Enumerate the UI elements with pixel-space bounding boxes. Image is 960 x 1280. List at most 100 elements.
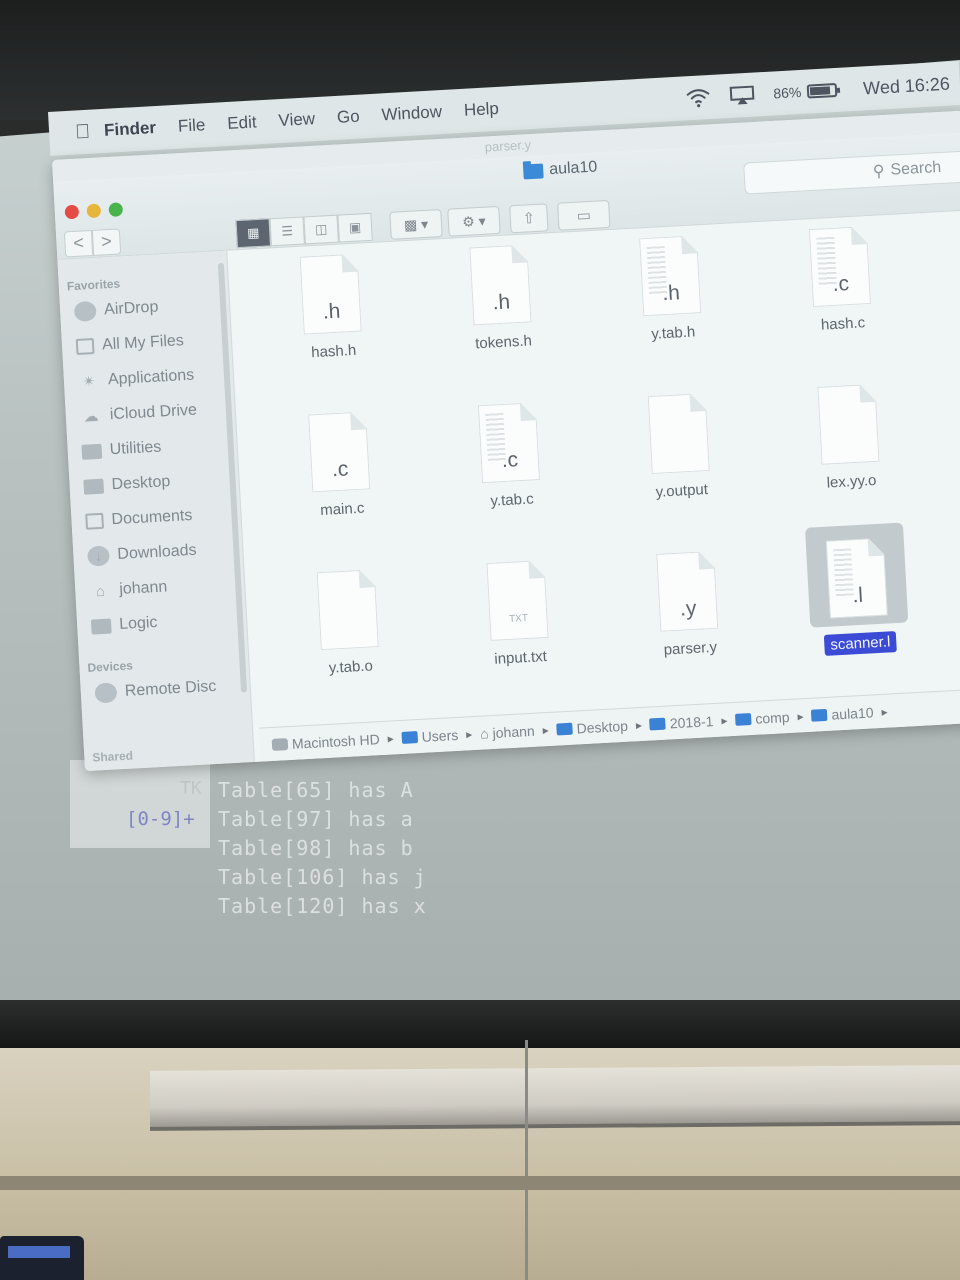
tab-title[interactable]: parser.y (484, 137, 531, 154)
list-view-button[interactable]: ☰ (269, 216, 305, 247)
battery-percent: 86% (772, 83, 802, 102)
airplay-icon[interactable] (729, 85, 756, 106)
sidebar-item-logic[interactable]: Logic (90, 608, 158, 642)
sidebar-item-johann[interactable]: ⌂ johann (89, 572, 169, 606)
menu-edit[interactable]: Edit (227, 112, 257, 134)
file-item[interactable]: .h y.tab.h (593, 223, 751, 381)
tag-button[interactable]: ▭ (557, 199, 611, 231)
menu-go[interactable]: Go (336, 107, 360, 128)
file-grid: .h hash.h .h tokens.h .h y.tab.h .c hash… (233, 211, 960, 726)
path-item-2018-1[interactable]: 2018-1 (649, 713, 714, 732)
file-item[interactable]: .h tokens.h (423, 232, 581, 390)
selection-highlight: .l (804, 522, 909, 628)
folder-icon (401, 730, 418, 744)
laptop (0, 1236, 84, 1280)
document-icon: .l (826, 538, 888, 619)
document-icon: .h (300, 254, 362, 335)
column-view-button[interactable]: ◫ (303, 214, 339, 245)
minimize-button[interactable] (86, 203, 102, 219)
applications-icon: ✴ (82, 372, 96, 391)
file-item[interactable]: .c main.c (262, 399, 420, 557)
menu-window[interactable]: Window (381, 102, 442, 125)
file-name: y.tab.h (650, 323, 696, 343)
sidebar-item-desktop[interactable]: Desktop (83, 467, 171, 502)
path-item-users[interactable]: Users (401, 726, 459, 745)
file-name: y.output (655, 481, 709, 501)
path-item-aula10[interactable]: aula10 (811, 704, 874, 723)
chevron-right-icon: ▸ (542, 722, 549, 737)
file-item[interactable]: lex.yy.o (771, 371, 929, 529)
file-name: tokens.h (474, 332, 533, 353)
path-item-desktop[interactable]: Desktop (556, 717, 628, 737)
file-item[interactable]: .h hash.h (253, 241, 411, 399)
document-icon: .y (656, 551, 718, 632)
menu-help[interactable]: Help (463, 99, 499, 121)
screen-rail (150, 1065, 960, 1131)
file-item[interactable]: .y parser.y (610, 538, 768, 696)
search-input[interactable]: ⚲ Search (743, 149, 960, 195)
arrange-button[interactable]: ▩ ▾ (389, 209, 443, 240)
path-item-johann[interactable]: ⌂ johann (480, 722, 535, 741)
sidebar-item-label: Logic (118, 613, 158, 634)
cloud-icon: ☁ (82, 407, 99, 426)
wifi-icon[interactable] (685, 87, 712, 108)
sidebar-item-label: Desktop (111, 473, 171, 494)
terminal-window: TK [0-9]+ Table[65] has A Table[97] has … (70, 760, 630, 960)
sidebar-item-all-my-files[interactable]: All My Files (75, 326, 184, 362)
file-item[interactable]: .c hash.c (762, 214, 920, 372)
folder-icon (649, 717, 667, 730)
file-item[interactable]: y.output (601, 381, 759, 539)
document-icon (648, 393, 710, 474)
icon-view-button[interactable]: ▦ (235, 218, 271, 249)
sidebar-item-utilities[interactable]: Utilities (81, 433, 162, 467)
chevron-right-icon: ▸ (635, 717, 643, 732)
file-name: scanner.l (823, 631, 897, 656)
window-title-text: aula10 (548, 158, 598, 179)
file-name: y.tab.o (328, 657, 374, 677)
terminal-line: Table[98] has b (218, 836, 414, 860)
path-item-macintosh-hd[interactable]: Macintosh HD (271, 731, 380, 753)
document-icon (817, 384, 879, 465)
menu-finder[interactable]: Finder (104, 118, 157, 141)
battery-icon[interactable] (806, 82, 838, 99)
sidebar-item-icloud-drive[interactable]: ☁ iCloud Drive (79, 396, 198, 432)
terminal-tk-text: TK (180, 778, 202, 799)
zoom-button[interactable] (108, 202, 124, 217)
file-item[interactable]: TXT input.txt (440, 547, 598, 705)
file-item[interactable]: .c y.tab.c (431, 390, 589, 548)
documents-icon (85, 512, 105, 530)
share-button[interactable]: ⇧ (509, 203, 549, 234)
terminal-output: Table[65] has A Table[97] has a Table[98… (218, 776, 427, 921)
sidebar-heading-devices: Devices (87, 658, 134, 675)
menu-file[interactable]: File (177, 115, 205, 136)
sidebar-item-airdrop[interactable]: AirDrop (73, 292, 159, 327)
menubar-clock[interactable]: Wed 16:26 (863, 73, 951, 99)
tag-icon: ▭ (576, 206, 592, 225)
path-item-comp[interactable]: comp (735, 708, 790, 727)
sidebar-item-label: Downloads (116, 541, 197, 564)
sidebar-item-documents[interactable]: Documents (85, 501, 193, 537)
sidebar-item-downloads[interactable]: ↓ Downloads (86, 536, 198, 572)
back-button[interactable]: < (63, 229, 94, 258)
folder-icon (90, 617, 112, 635)
sidebar-item-remote-disc[interactable]: Remote Disc (94, 672, 217, 709)
terminal-regex-text: [0-9]+ (126, 808, 195, 830)
terminal-line: Table[120] has x (218, 894, 427, 918)
folder-icon (556, 722, 573, 736)
folder-icon (81, 443, 103, 460)
file-item[interactable]: y.tab.o (270, 557, 428, 715)
sidebar-item-applications[interactable]: ✴ Applications (77, 361, 195, 397)
document-icon: .h (639, 235, 701, 316)
sidebar-item-label: johann (118, 578, 168, 598)
document-icon (317, 569, 379, 650)
close-button[interactable] (64, 204, 80, 220)
action-gear-button[interactable]: ⚙ ▾ (447, 205, 501, 237)
file-name: hash.c (820, 314, 866, 334)
forward-button[interactable]: > (91, 228, 122, 256)
file-item-selected[interactable]: .l scanner.l (779, 521, 937, 679)
file-name: parser.y (663, 638, 718, 659)
menu-view[interactable]: View (278, 109, 316, 131)
cover-flow-button[interactable]: ▣ (337, 212, 373, 243)
sidebar-item-label: All My Files (101, 332, 185, 354)
apple-logo-icon[interactable]:  (75, 120, 91, 144)
